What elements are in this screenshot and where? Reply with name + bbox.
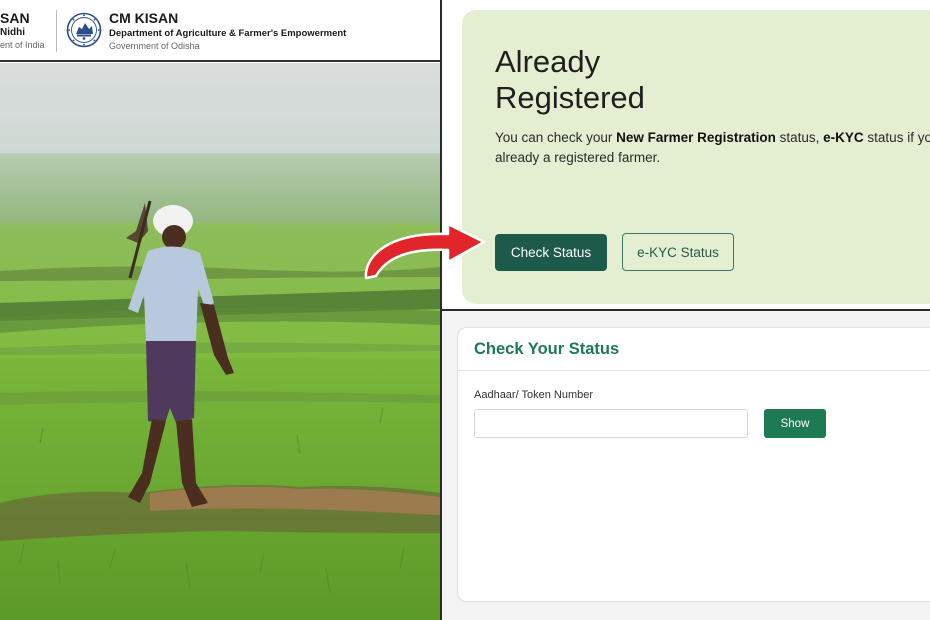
department-name: Department of Agriculture & Farmer's Emp… <box>109 28 347 39</box>
card-title-line1: Already <box>495 44 601 79</box>
desc-suffix: status if you ar <box>867 130 930 145</box>
desc-mid: status, <box>775 130 824 145</box>
odisha-emblem-icon <box>66 12 102 48</box>
cm-kisan-branding: CM KISAN Department of Agriculture & Far… <box>109 10 346 52</box>
left-column: SAN Nidhi ent of India CM KISAN Departme… <box>0 0 440 620</box>
check-status-title: Check Your Status <box>474 340 620 358</box>
pm-kisan-gov: ent of India <box>0 40 45 50</box>
desc-ekyc: e-KYC <box>823 130 864 145</box>
card-description: You can check your New Farmer Registrati… <box>495 128 930 168</box>
description-line1: You can check your New Farmer Registrati… <box>495 128 930 148</box>
government-name: Government of Odisha <box>109 41 200 51</box>
pm-kisan-title: SAN <box>0 10 30 26</box>
card-title-line2: Registered <box>495 80 645 115</box>
aadhaar-token-input[interactable] <box>474 409 748 438</box>
pm-kisan-subtitle: Nidhi <box>0 27 25 38</box>
description-line2: already a registered farmer. <box>495 150 661 165</box>
red-curved-arrow-icon <box>364 222 486 280</box>
desc-registration: New Farmer Registration <box>616 130 776 145</box>
desc-prefix: You can check your <box>495 130 617 145</box>
check-status-card: Check Your Status Aadhaar/ Token Number … <box>457 327 930 602</box>
already-registered-card: Already Registered You can check your Ne… <box>462 10 930 304</box>
ekyc-status-button[interactable]: e-KYC Status <box>622 233 734 271</box>
cm-kisan-title: CM KISAN <box>109 10 179 26</box>
show-button[interactable]: Show <box>764 409 826 438</box>
check-status-divider <box>458 370 930 371</box>
header-divider <box>56 10 57 52</box>
card-title: Already Registered <box>495 44 795 116</box>
site-header: SAN Nidhi ent of India CM KISAN Departme… <box>0 0 440 62</box>
farmer-field-photo <box>0 63 440 620</box>
pm-kisan-branding: SAN Nidhi ent of India <box>0 10 50 51</box>
check-status-button[interactable]: Check Status <box>495 234 607 271</box>
aadhaar-token-label: Aadhaar/ Token Number <box>474 389 594 401</box>
